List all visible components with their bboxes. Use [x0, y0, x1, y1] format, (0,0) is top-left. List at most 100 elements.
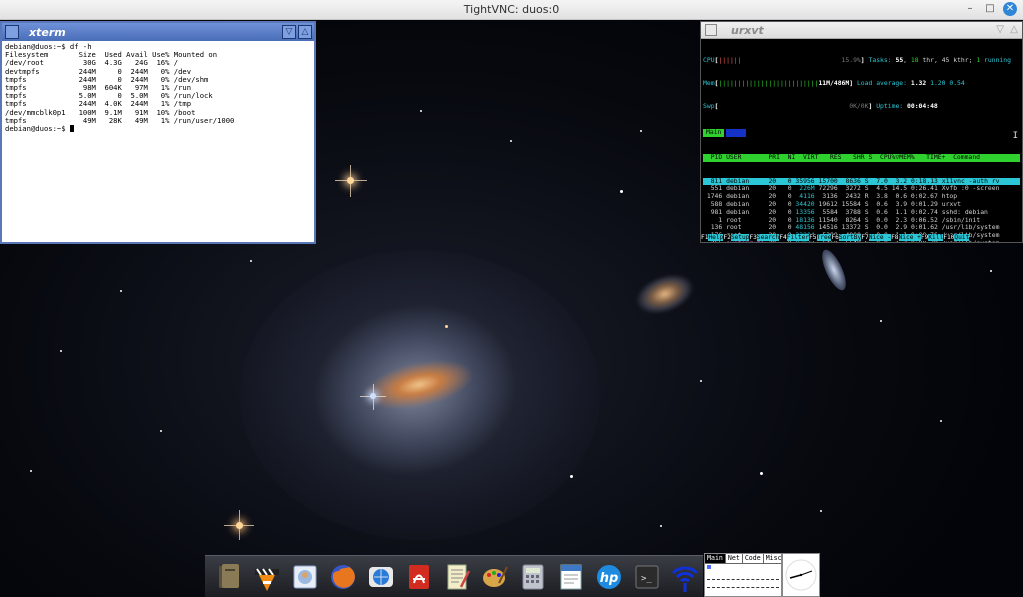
paint-icon[interactable] [477, 559, 512, 594]
process-ni: 0 [787, 223, 792, 232]
process-virt: 34420 [795, 199, 815, 208]
tab-main[interactable]: Main [703, 128, 725, 137]
running-label: running [984, 55, 1011, 64]
galaxy-small [817, 246, 851, 294]
process-time: 0:26.41 [910, 184, 938, 193]
clapperboard-icon[interactable] [249, 559, 284, 594]
maximize-button[interactable]: □ [983, 2, 997, 16]
process-virt: 48156 [795, 223, 815, 232]
fkey-f7[interactable]: F7 [861, 234, 869, 241]
process-pid: 811 [710, 176, 723, 185]
minimize-icon[interactable]: ▽ [996, 24, 1004, 35]
bright-star [236, 522, 243, 529]
fkey-f4[interactable]: F4 [779, 234, 787, 241]
window-title: TightVNC: duos:0 [463, 3, 560, 16]
process-cpu: 0.6 [876, 207, 888, 216]
star [120, 290, 122, 292]
mouse-ibeam-icon: I [1012, 131, 1018, 141]
wifi-icon[interactable] [667, 559, 702, 594]
xterm-terminal-output[interactable]: debian@duos:~$ df -h Filesystem Size Used… [2, 41, 314, 242]
process-table-header[interactable]: PID USER PRI NI VIRT RES SHR S CPU%▽MEM%… [703, 153, 1020, 162]
terminal-icon[interactable]: >_ [629, 559, 664, 594]
fkey-label[interactable]: Quit [954, 234, 970, 241]
thr-label: thr, [922, 55, 938, 64]
xterm-title-bar[interactable]: xterm ▽ △ [2, 23, 314, 41]
star [620, 190, 623, 193]
urxvt-window[interactable]: urxvt ▽ △ CPU[|||||| 15.9%] Tasks: 55, 1… [700, 21, 1023, 243]
tab-blank[interactable] [726, 128, 747, 137]
fkey-f5[interactable]: F5 [809, 234, 817, 241]
close-button[interactable]: ✕ [1003, 2, 1017, 16]
process-user: debian [726, 192, 750, 201]
calculator-icon[interactable] [515, 559, 550, 594]
cpu-bar: |||||| [718, 55, 742, 64]
window-menu-icon[interactable] [5, 25, 19, 39]
fkey-f8[interactable]: F8 [891, 234, 899, 241]
process-cmd: Xvfb :0 -screen [941, 184, 1000, 193]
process-pri: 20 [768, 192, 777, 201]
fkey-label[interactable]: Setup [730, 234, 750, 241]
fkey-label[interactable]: Nice - [868, 234, 892, 241]
fkey-label[interactable]: Filter [786, 234, 810, 241]
fkey-label[interactable]: Help [708, 234, 724, 241]
star [160, 430, 162, 432]
firefox-icon[interactable] [325, 559, 360, 594]
monitor-tabs: Main Net Code Misc [705, 554, 785, 564]
process-cmd: sshd: debian [941, 207, 988, 216]
fkey-label[interactable]: Tree [816, 234, 832, 241]
process-ni: 0 [787, 199, 792, 208]
process-res: 19612 [818, 199, 838, 208]
mail-stamp-icon[interactable] [287, 559, 322, 594]
process-user: debian [726, 199, 750, 208]
document-icon[interactable] [553, 559, 588, 594]
pdf-reader-icon[interactable] [401, 559, 436, 594]
fkey-f6[interactable]: F6 [831, 234, 839, 241]
monitor-tab-code[interactable]: Code [743, 554, 764, 563]
browser-globe-icon[interactable] [363, 559, 398, 594]
process-list[interactable]: 811 debian 20 0 35956 15700 8636 S 7.0 3… [703, 176, 1020, 242]
text-editor-icon[interactable] [439, 559, 474, 594]
fkey-label[interactable]: Kill [928, 234, 944, 241]
process-user: debian [726, 184, 750, 193]
tasks-count: 55 [895, 55, 904, 64]
fkey-f2[interactable]: F2 [723, 234, 731, 241]
system-monitor-dockapp[interactable]: Main Net Code Misc [704, 553, 785, 597]
file-manager-icon[interactable] [211, 559, 246, 594]
terminal-prompt-glyph: >_ [641, 574, 652, 584]
process-res: 3136 [822, 192, 838, 201]
process-mem: 2.9 [895, 223, 908, 232]
hp-printer-icon[interactable]: hp [591, 559, 626, 594]
function-key-bar: F1HelpF2SetupF3SearchF4FilterF5TreeF6Sor… [701, 234, 1022, 242]
process-shr: 8636 [845, 176, 861, 185]
htop-display[interactable]: CPU[|||||| 15.9%] Tasks: 55, 18 thr, 45 … [701, 39, 1022, 242]
fkey-label[interactable]: SortBy [838, 234, 862, 241]
maximize-icon[interactable]: △ [298, 25, 312, 39]
process-time: 0:02.67 [910, 192, 938, 201]
process-time: 0:01.29 [910, 199, 938, 208]
minimize-button[interactable]: – [963, 2, 977, 16]
monitor-tab-main[interactable]: Main [705, 554, 726, 563]
process-mem: 3.9 [895, 199, 908, 208]
minimize-icon[interactable]: ▽ [282, 25, 296, 39]
star [990, 270, 992, 272]
window-menu-icon[interactable] [705, 24, 717, 36]
process-mem: 1.1 [895, 207, 908, 216]
fkey-f10[interactable]: F10 [943, 234, 955, 241]
uptime-value: 00:04:48 [907, 102, 938, 111]
fkey-label[interactable]: Search [756, 234, 780, 241]
urxvt-title-bar[interactable]: urxvt ▽ △ [701, 22, 1022, 39]
monitor-tab-net[interactable]: Net [726, 554, 743, 563]
xterm-window[interactable]: xterm ▽ △ debian@duos:~$ df -h Filesystem… [0, 21, 316, 244]
window-controls: – □ ✕ [963, 2, 1017, 16]
process-shr: 3788 [845, 207, 861, 216]
htop-meter-row: Swp[ 0K/0K] Uptime: 00:04:48 [703, 102, 938, 111]
fkey-label[interactable]: Nice + [898, 234, 921, 241]
clock-dockapp[interactable] [782, 553, 820, 597]
star [250, 260, 252, 262]
fkey-f3[interactable]: F3 [749, 234, 757, 241]
process-mem: 3.2 [895, 176, 908, 185]
star [60, 350, 62, 352]
process-cmd: x11vnc -auth rv [941, 176, 1000, 185]
process-pri: 20 [768, 199, 777, 208]
maximize-icon[interactable]: △ [1010, 24, 1018, 35]
